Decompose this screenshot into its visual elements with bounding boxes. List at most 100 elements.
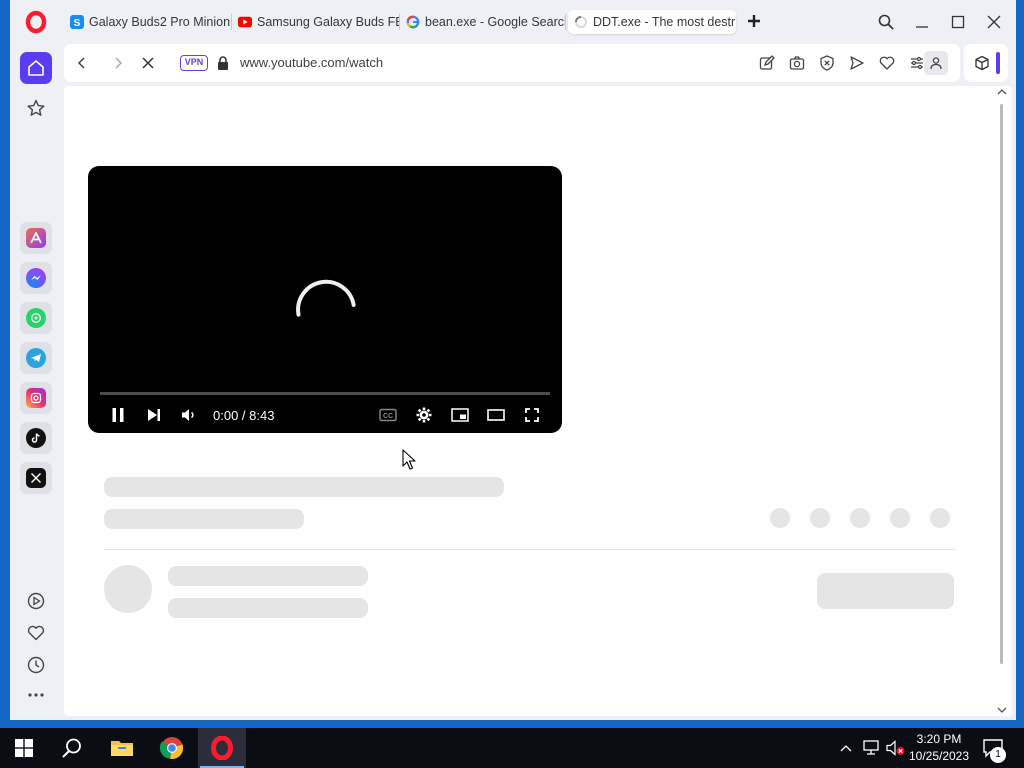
- file-explorer-button[interactable]: [98, 728, 146, 768]
- sidebar-toggle-indicator: [996, 52, 1000, 74]
- new-tab-button[interactable]: [744, 12, 764, 32]
- bookmarks-button[interactable]: [20, 92, 52, 124]
- tab-bean-exe-google-search[interactable]: bean.exe - Google Search: [400, 10, 566, 34]
- x-twitter-button[interactable]: [20, 462, 52, 494]
- forward-button[interactable]: [106, 51, 130, 75]
- captions-button[interactable]: CC: [377, 404, 399, 426]
- taskbar-search-button[interactable]: [48, 728, 96, 768]
- ad-blocker-button[interactable]: [816, 52, 838, 74]
- back-button[interactable]: [70, 51, 94, 75]
- mouse-cursor-icon: [402, 449, 416, 470]
- speed-dial-home-button[interactable]: [20, 52, 52, 84]
- stop-loading-button[interactable]: [136, 51, 160, 75]
- start-button[interactable]: [0, 728, 48, 768]
- fullscreen-button[interactable]: [521, 404, 543, 426]
- sidebar-more-button[interactable]: [20, 679, 52, 711]
- network-button[interactable]: [861, 738, 881, 758]
- cube-icon: [975, 55, 989, 71]
- fullscreen-icon: [525, 408, 539, 422]
- instagram-icon: [26, 388, 46, 408]
- search-tabs-button[interactable]: [874, 10, 898, 34]
- settings-button[interactable]: [413, 404, 435, 426]
- vpn-badge[interactable]: VPN: [180, 55, 208, 71]
- forward-arrow-icon: [115, 57, 123, 69]
- my-flow-button[interactable]: [20, 617, 52, 649]
- telegram-button[interactable]: [20, 342, 52, 374]
- miniplayer-icon: [451, 408, 469, 422]
- edit-button[interactable]: [756, 52, 778, 74]
- close-icon: [987, 15, 1001, 29]
- next-video-button[interactable]: [143, 404, 165, 426]
- show-hidden-icons-button[interactable]: [836, 738, 856, 758]
- extensions-button[interactable]: [964, 44, 1008, 82]
- pause-button[interactable]: [107, 404, 129, 426]
- chevron-up-icon: [840, 745, 852, 752]
- tab-galaxy-buds2-pro[interactable]: S Galaxy Buds2 Pro Minion: [64, 10, 232, 34]
- youtube-icon: [238, 15, 252, 29]
- x-logo-icon: [26, 468, 46, 488]
- messenger-button[interactable]: [20, 262, 52, 294]
- volume-button[interactable]: [178, 404, 200, 426]
- tab-title: Galaxy Buds2 Pro Minion: [89, 15, 231, 29]
- messenger-icon: [26, 268, 46, 288]
- heart-icon: [879, 56, 895, 70]
- profile-button[interactable]: [924, 51, 948, 75]
- scroll-up-icon[interactable]: [997, 88, 1007, 96]
- url-field[interactable]: www.youtube.com/watch: [240, 55, 383, 70]
- video-player[interactable]: 0:00 / 8:43 CC: [88, 166, 562, 433]
- loading-spinner-icon: [296, 279, 356, 317]
- title-placeholder: [104, 477, 504, 497]
- network-icon: [863, 740, 879, 755]
- search-icon: [62, 738, 81, 758]
- bookmark-heart-button[interactable]: [876, 52, 898, 74]
- minimize-icon: [916, 26, 928, 28]
- video-progress-bar[interactable]: [100, 392, 550, 395]
- theater-mode-button[interactable]: [485, 404, 507, 426]
- home-icon: [28, 60, 44, 76]
- opera-taskbar-button[interactable]: [198, 728, 246, 768]
- whatsapp-button[interactable]: [20, 302, 52, 334]
- tiktok-icon: [26, 428, 46, 448]
- tab-title: Samsung Galaxy Buds FE: [257, 15, 400, 29]
- notification-count-badge: 1: [990, 747, 1006, 763]
- play-circle-icon: [27, 592, 45, 610]
- history-button[interactable]: [20, 649, 52, 681]
- close-window-button[interactable]: [982, 10, 1006, 34]
- maximize-button[interactable]: [946, 10, 970, 34]
- lock-icon[interactable]: [216, 55, 230, 71]
- action-placeholder: [850, 508, 870, 528]
- folder-icon: [111, 741, 133, 756]
- windows-taskbar: 3:20 PM 10/25/2023 1: [0, 728, 1024, 768]
- scrollbar-thumb[interactable]: [1000, 104, 1003, 664]
- tab-title: bean.exe - Google Search: [425, 15, 566, 29]
- theater-mode-icon: [487, 409, 505, 421]
- aria-ai-button[interactable]: [20, 222, 52, 254]
- send-to-flow-button[interactable]: [846, 52, 868, 74]
- subtitle-placeholder: [104, 509, 304, 529]
- page-scrollbar[interactable]: [997, 89, 1007, 713]
- closed-captions-icon: CC: [379, 408, 397, 422]
- tab-ddt-exe-active[interactable]: DDT.exe - The most destr: [568, 10, 736, 34]
- gear-icon: [416, 407, 432, 423]
- volume-tray-button[interactable]: [886, 738, 906, 758]
- search-icon: [878, 14, 894, 30]
- player-button[interactable]: [20, 585, 52, 617]
- minimize-button[interactable]: [910, 10, 934, 34]
- channel-avatar-placeholder: [104, 565, 152, 613]
- action-placeholder: [770, 508, 790, 528]
- close-icon: [142, 57, 154, 69]
- channel-subs-placeholder: [168, 598, 368, 618]
- maximize-icon: [951, 15, 965, 29]
- tab-samsung-galaxy-buds-fe[interactable]: Samsung Galaxy Buds FE: [232, 10, 400, 34]
- taskbar-clock[interactable]: 3:20 PM 10/25/2023: [904, 731, 974, 765]
- subscribe-placeholder: [817, 573, 954, 609]
- opera-menu-icon[interactable]: [24, 10, 48, 34]
- miniplayer-button[interactable]: [449, 404, 471, 426]
- tiktok-button[interactable]: [20, 422, 52, 454]
- instagram-button[interactable]: [20, 382, 52, 414]
- action-placeholder: [890, 508, 910, 528]
- chrome-button[interactable]: [148, 728, 196, 768]
- scroll-down-icon[interactable]: [997, 706, 1007, 714]
- opera-icon: [211, 736, 233, 760]
- snapshot-button[interactable]: [786, 52, 808, 74]
